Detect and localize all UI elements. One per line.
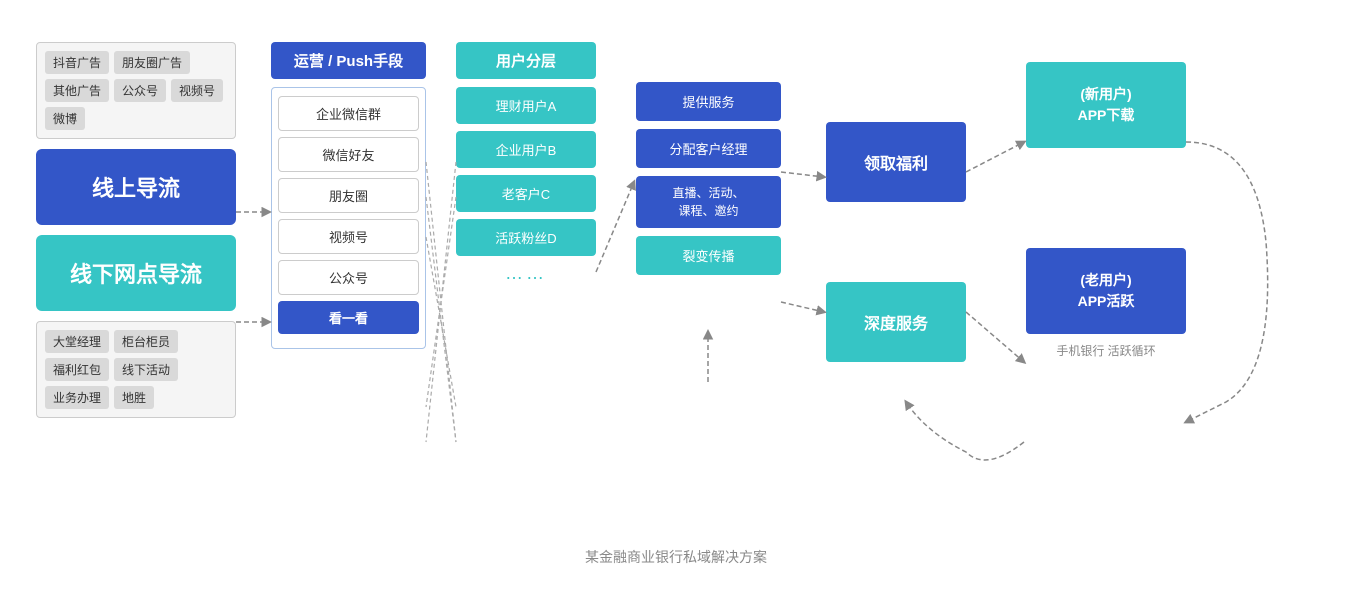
outcome-old-user-line2: APP活跃 xyxy=(1078,293,1135,309)
online-source-tags: 抖音广告 朋友圈广告 其他广告 公众号 视频号 微博 xyxy=(36,42,236,139)
tag-gzh: 公众号 xyxy=(114,79,166,102)
outcome-old-user-line1: (老用户) xyxy=(1080,272,1131,288)
tag-douyin: 抖音广告 xyxy=(45,51,109,74)
tag-welfare: 福利红包 xyxy=(45,358,109,381)
seg-finance-user: 理财用户A xyxy=(456,87,596,124)
svc-assign-mgr: 分配客户经理 xyxy=(636,129,781,168)
offline-traffic-box: 线下网点导流 xyxy=(36,235,236,311)
svc-fission: 裂变传播 xyxy=(636,236,781,275)
tag-hall-mgr: 大堂经理 xyxy=(45,330,109,353)
loop-label: 手机银行 活跃循环 xyxy=(1026,342,1186,360)
seg-more: …… xyxy=(456,263,596,284)
tag-biz: 业务办理 xyxy=(45,386,109,409)
col6-outcomes: (新用户) APP下载 (老用户) APP活跃 手机银行 活跃循环 xyxy=(1026,62,1186,360)
col3-user-segments: 用户分层 理财用户A 企业用户B 老客户C 活跃粉丝D …… xyxy=(456,42,596,284)
online-traffic-box: 线上导流 xyxy=(36,149,236,225)
outcome-new-user-line2: APP下载 xyxy=(1078,107,1135,123)
op-gzh: 公众号 xyxy=(278,260,419,295)
col3-header: 用户分层 xyxy=(456,42,596,79)
op-video: 视频号 xyxy=(278,219,419,254)
benefit-deep: 深度服务 xyxy=(826,282,966,362)
tag-pyq-ad: 朋友圈广告 xyxy=(114,51,190,74)
col2-header: 运营 / Push手段 xyxy=(271,42,426,79)
tag-shipinhao: 视频号 xyxy=(171,79,223,102)
benefit-claim: 领取福利 xyxy=(826,122,966,202)
svc-provide: 提供服务 xyxy=(636,82,781,121)
tag-location: 地胜 xyxy=(114,386,154,409)
col2-items-container: 企业微信群 微信好友 朋友圈 视频号 公众号 看一看 xyxy=(271,87,426,349)
col4-services: 提供服务 分配客户经理 直播、活动、课程、邀约 裂变传播 xyxy=(636,82,781,283)
tag-other-ad: 其他广告 xyxy=(45,79,109,102)
seg-old-customer: 老客户C xyxy=(456,175,596,212)
col2-operations: 运营 / Push手段 企业微信群 微信好友 朋友圈 视频号 公众号 看一看 xyxy=(271,42,426,349)
offline-source-tags: 大堂经理 柜台柜员 福利红包 线下活动 业务办理 地胜 xyxy=(36,321,236,418)
outcome-old-user: (老用户) APP活跃 xyxy=(1026,248,1186,334)
tag-teller: 柜台柜员 xyxy=(114,330,178,353)
outcome-new-user-line1: (新用户) xyxy=(1080,86,1131,102)
seg-active-fans: 活跃粉丝D xyxy=(456,219,596,256)
op-pyq: 朋友圈 xyxy=(278,178,419,213)
col1-traffic-sources: 抖音广告 朋友圈广告 其他广告 公众号 视频号 微博 线上导流 线下网点导流 大… xyxy=(36,42,236,418)
op-wechat-group: 企业微信群 xyxy=(278,96,419,131)
svc-live: 直播、活动、课程、邀约 xyxy=(636,176,781,228)
tag-weibo: 微博 xyxy=(45,107,85,130)
op-wechat-friend: 微信好友 xyxy=(278,137,419,172)
caption: 某金融商业银行私域解决方案 xyxy=(585,547,767,567)
outcome-new-user: (新用户) APP下载 xyxy=(1026,62,1186,148)
tag-offline-act: 线下活动 xyxy=(114,358,178,381)
seg-enterprise-user: 企业用户B xyxy=(456,131,596,168)
op-look: 看一看 xyxy=(278,301,419,334)
col5-benefits: 领取福利 深度服务 xyxy=(826,122,966,362)
